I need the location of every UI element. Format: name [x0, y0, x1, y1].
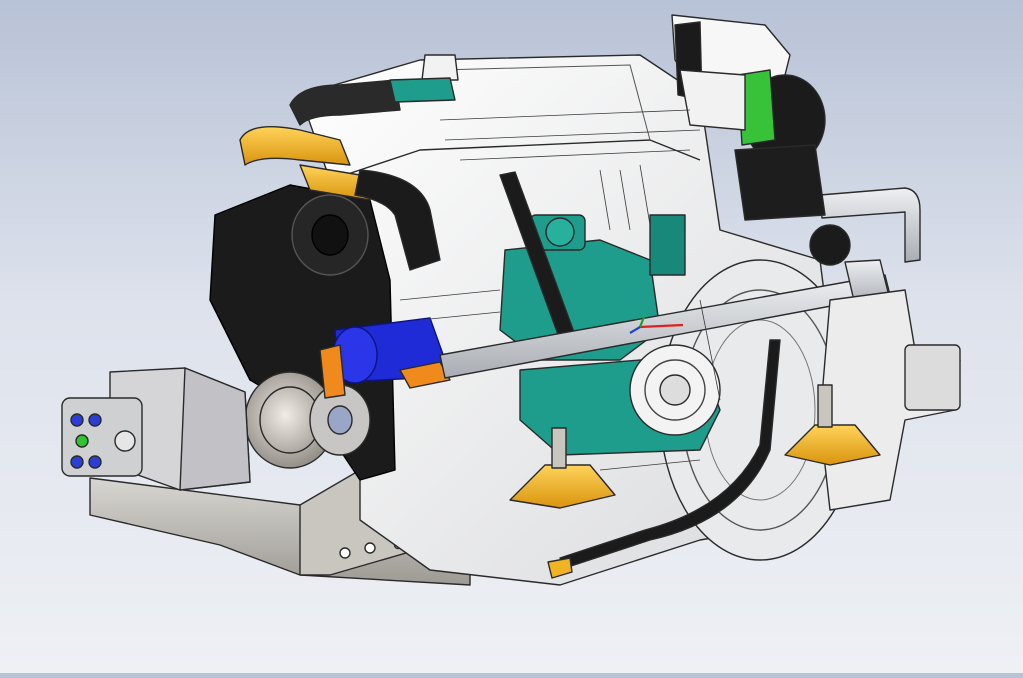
oil-filter	[629, 344, 721, 436]
gearbox	[809, 224, 961, 511]
hydraulic-pump	[61, 367, 251, 491]
engine-model[interactable]	[0, 0, 1023, 673]
cad-viewport[interactable]	[0, 0, 1023, 673]
coordinate-triad-icon	[629, 316, 684, 334]
